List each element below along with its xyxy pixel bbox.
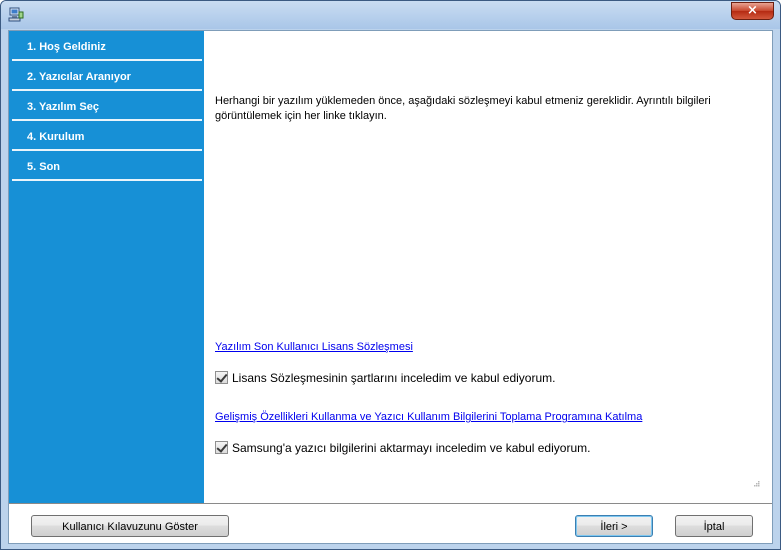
step-label: 3. Yazılım Seç — [27, 101, 99, 113]
step-label: 2. Yazıcılar Aranıyor — [27, 71, 131, 83]
cancel-button[interactable]: İptal — [675, 515, 753, 537]
license-accept-label[interactable]: Lisans Sözleşmesinin şartlarını inceledi… — [232, 371, 555, 385]
show-user-guide-button[interactable]: Kullanıcı Kılavuzunu Göster — [31, 515, 229, 537]
installer-window: × 1. Hoş Geldiniz 2. Yazıcılar Aranıyor … — [0, 0, 781, 550]
intro-text: Herhangi bir yazılım yüklemeden önce, aş… — [215, 95, 711, 122]
content-panel: Herhangi bir yazılım yüklemeden önce, aş… — [204, 31, 772, 503]
step-finish: 5. Son — [12, 153, 202, 181]
close-icon: × — [747, 3, 758, 18]
step-searching-printers: 2. Yazıcılar Aranıyor — [12, 63, 202, 91]
close-button[interactable]: × — [731, 2, 774, 20]
usage-accept-label[interactable]: Samsung'a yazıcı bilgilerini aktarmayı i… — [232, 441, 590, 455]
step-label: 5. Son — [27, 161, 61, 173]
step-select-software: 3. Yazılım Seç — [12, 93, 202, 121]
computer-installer-icon — [8, 7, 24, 22]
step-installation: 4. Kurulum — [12, 123, 202, 151]
next-button[interactable]: İleri > — [575, 515, 653, 537]
step-label: 1. Hoş Geldiniz — [27, 41, 106, 53]
button-bar: Kullanıcı Kılavuzunu Göster İleri > İpta… — [9, 503, 772, 543]
usage-program-link[interactable]: Gelişmiş Özellikleri Kullanma ve Yazıcı … — [215, 411, 642, 423]
steps-sidebar: 1. Hoş Geldiniz 2. Yazıcılar Aranıyor 3.… — [9, 31, 204, 503]
title-bar[interactable]: × — [1, 1, 780, 29]
license-agreement-link[interactable]: Yazılım Son Kullanıcı Lisans Sözleşmesi — [215, 341, 413, 353]
usage-accept-checkbox[interactable] — [215, 441, 228, 454]
step-welcome: 1. Hoş Geldiniz — [12, 33, 202, 61]
client-area: 1. Hoş Geldiniz 2. Yazıcılar Aranıyor 3.… — [8, 30, 773, 544]
step-label: 4. Kurulum — [27, 131, 85, 143]
license-accept-checkbox[interactable] — [215, 371, 228, 384]
resize-grip-icon — [754, 481, 760, 487]
